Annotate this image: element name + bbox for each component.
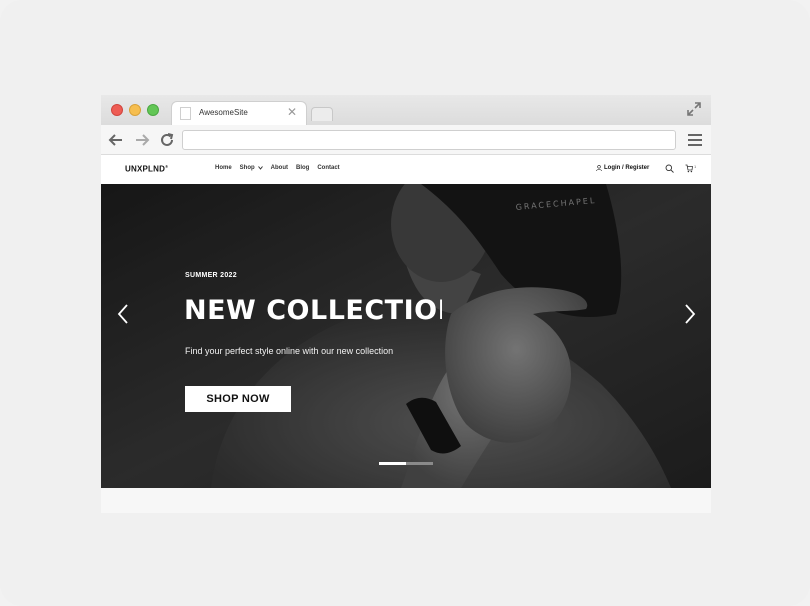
hero-eyebrow: SUMMER 2022 bbox=[185, 272, 237, 279]
hero-slider: GRACECHAPEL SUMMER 2022 NEW COLLECTION F… bbox=[101, 184, 711, 488]
tab-bar: AwesomeSite ✕ bbox=[101, 95, 711, 125]
nav-contact[interactable]: Contact bbox=[317, 165, 339, 171]
cart-icon bbox=[685, 164, 693, 173]
hero-title: NEW COLLECTION bbox=[184, 295, 442, 326]
browser-tab[interactable]: AwesomeSite ✕ bbox=[171, 101, 307, 125]
slide-indicator-2[interactable] bbox=[406, 462, 433, 465]
new-tab-button[interactable] bbox=[311, 107, 333, 121]
hero-subtitle: Find your perfect style online with our … bbox=[185, 346, 394, 356]
user-icon bbox=[596, 165, 602, 171]
cart-count: 1 bbox=[694, 164, 697, 169]
chevron-down-icon bbox=[257, 166, 263, 170]
slide-indicators bbox=[379, 462, 433, 465]
browser-window: AwesomeSite ✕ UNXPLND® Home Shop About B… bbox=[101, 95, 711, 513]
site-logo[interactable]: UNXPLND® bbox=[125, 164, 168, 174]
shop-now-button[interactable]: SHOP NOW bbox=[185, 386, 291, 412]
site-header: UNXPLND® Home Shop About Blog Contact Lo… bbox=[101, 155, 711, 184]
main-nav: Home Shop About Blog Contact bbox=[215, 165, 340, 171]
hero-image: GRACECHAPEL bbox=[101, 184, 711, 488]
previous-slide-icon[interactable] bbox=[116, 302, 130, 326]
maximize-window-button[interactable] bbox=[147, 104, 159, 116]
nav-shop[interactable]: Shop bbox=[240, 165, 263, 171]
hamburger-menu-icon[interactable] bbox=[687, 132, 703, 148]
back-arrow-icon[interactable] bbox=[107, 131, 125, 149]
slide-indicator-1[interactable] bbox=[379, 462, 406, 465]
close-tab-icon[interactable]: ✕ bbox=[287, 105, 297, 119]
next-slide-icon[interactable] bbox=[683, 302, 697, 326]
nav-blog[interactable]: Blog bbox=[296, 165, 309, 171]
nav-about[interactable]: About bbox=[271, 165, 288, 171]
login-register-link[interactable]: Login / Register bbox=[596, 165, 649, 171]
cart-button[interactable]: 1 bbox=[685, 164, 696, 173]
device-frame: AwesomeSite ✕ UNXPLND® Home Shop About B… bbox=[0, 0, 810, 606]
reload-icon[interactable] bbox=[158, 131, 176, 149]
address-bar[interactable] bbox=[182, 130, 676, 150]
tab-title: AwesomeSite bbox=[199, 108, 248, 117]
forward-arrow-icon[interactable] bbox=[133, 131, 151, 149]
fullscreen-icon[interactable] bbox=[687, 102, 701, 116]
search-icon[interactable] bbox=[665, 164, 674, 173]
browser-toolbar bbox=[101, 125, 711, 155]
minimize-window-button[interactable] bbox=[129, 104, 141, 116]
nav-home[interactable]: Home bbox=[215, 165, 232, 171]
page-icon bbox=[180, 107, 191, 120]
close-window-button[interactable] bbox=[111, 104, 123, 116]
page-content-below bbox=[101, 488, 711, 513]
